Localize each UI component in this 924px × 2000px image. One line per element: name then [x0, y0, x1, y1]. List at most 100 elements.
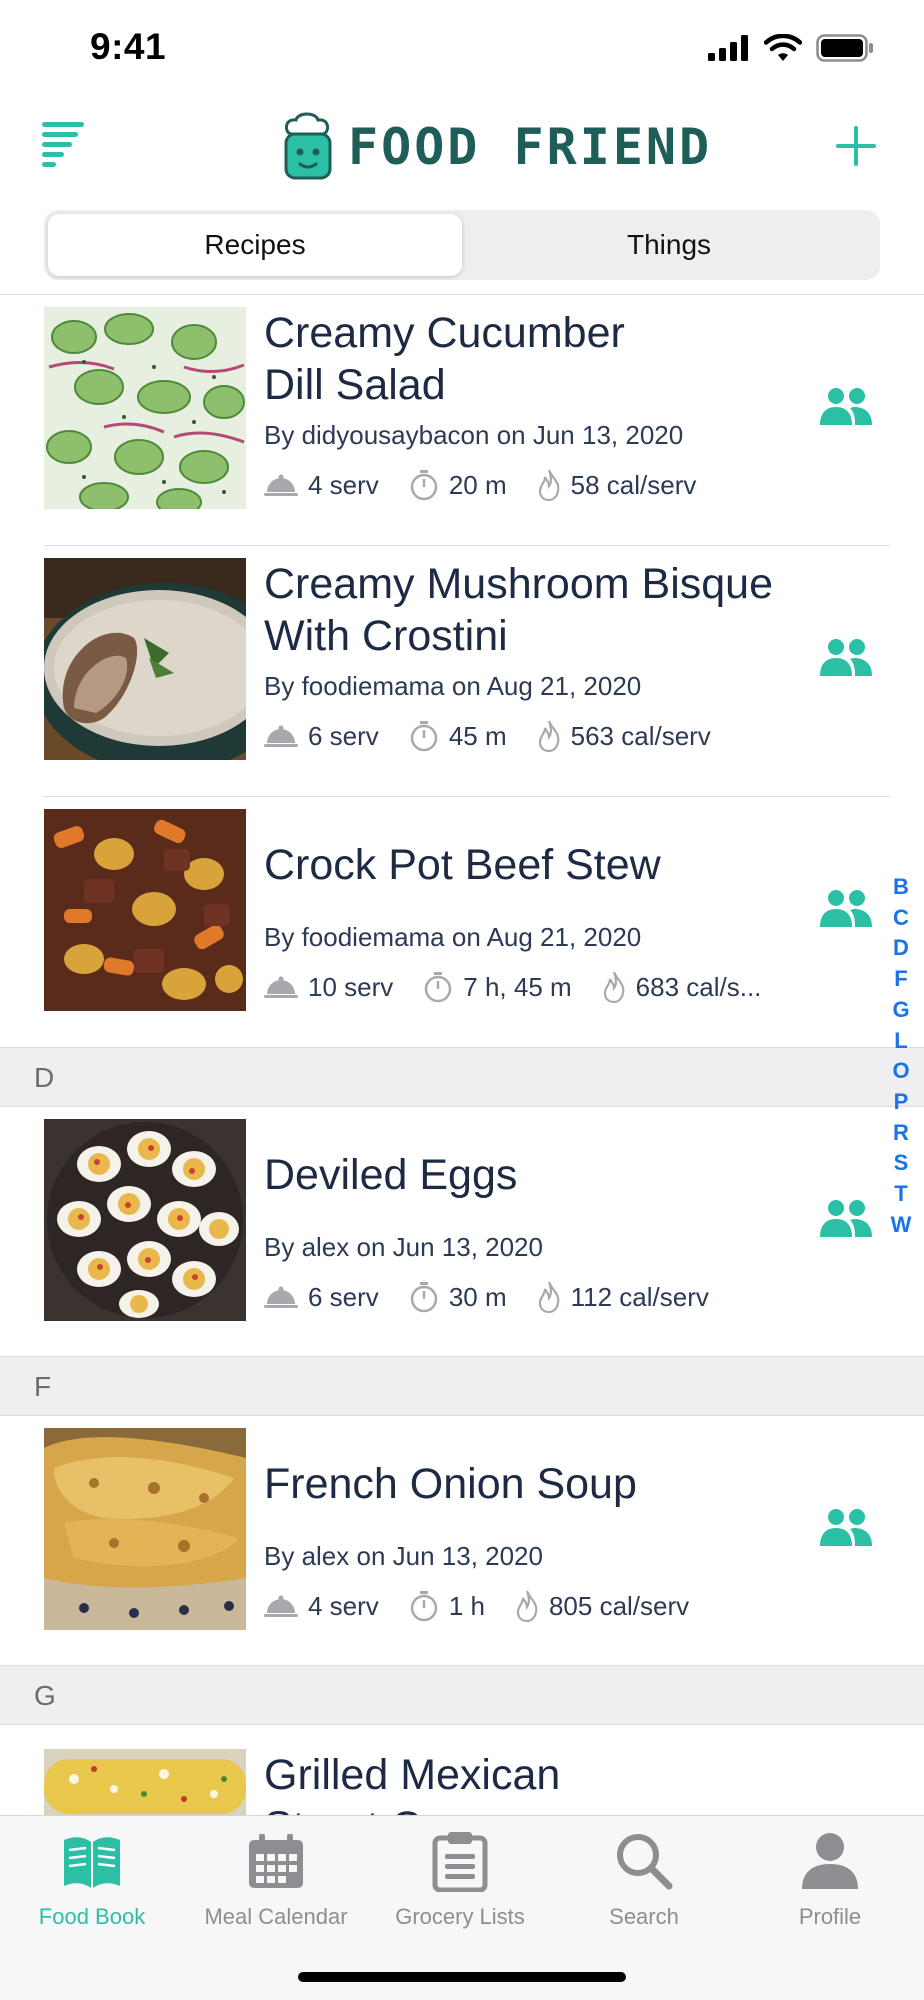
status-time: 9:41 — [90, 26, 167, 67]
recipe-thumbnail — [44, 1428, 246, 1630]
serving-cloche-icon — [264, 725, 298, 747]
index-letter[interactable]: O — [892, 1056, 909, 1087]
search-icon — [617, 1834, 673, 1890]
recipe-meta: 6 serv 30 m 112 cal/serv — [264, 1281, 739, 1313]
clipboard-icon — [432, 1832, 488, 1892]
calendar-icon — [249, 1834, 303, 1888]
recipe-thumbnail — [44, 1749, 246, 1815]
index-letter[interactable]: R — [893, 1118, 909, 1149]
recipe-row[interactable]: Crock Pot Beef Stew By foodiemama on Aug… — [0, 797, 924, 1047]
recipe-title: Grilled Mexican Street Corn — [264, 1751, 561, 1815]
segment-things[interactable]: Things — [462, 214, 876, 276]
index-letter[interactable]: L — [894, 1026, 907, 1057]
person-icon — [802, 1833, 858, 1889]
segmented-control: Recipes Things — [44, 210, 880, 280]
index-letter[interactable]: C — [893, 903, 909, 934]
index-letter[interactable]: F — [894, 964, 907, 995]
servings-text: 6 serv — [308, 720, 379, 751]
wifi-icon — [764, 34, 802, 61]
section-index[interactable]: BCDFGLOPRSTW — [886, 872, 916, 1240]
servings-text: 4 serv — [308, 1590, 379, 1621]
tab-bar: Food Book Meal Calendar Grocery Lists Se… — [0, 1815, 924, 2000]
tab-label: Grocery Lists — [395, 1904, 525, 1929]
recipe-title: Deviled Eggs — [264, 1151, 518, 1199]
recipe-thumbnail — [44, 809, 246, 1011]
serving-cloche-icon — [264, 1286, 298, 1308]
brand-title: FOOD FRIEND — [348, 118, 713, 176]
brand: FOOD FRIEND — [280, 112, 712, 182]
serving-cloche-icon — [264, 474, 298, 496]
tab-label: Profile — [798, 1904, 862, 1929]
recipe-thumbnail — [44, 1119, 246, 1321]
index-letter[interactable]: G — [892, 995, 909, 1026]
recipe-list[interactable]: Creamy Cucumber Dill Salad By didyousayb… — [0, 295, 924, 1815]
recipe-row[interactable]: Deviled Eggs By alex on Jun 13, 2020 6 s… — [0, 1107, 924, 1356]
index-letter[interactable]: B — [893, 872, 909, 903]
shared-users-icon[interactable] — [818, 1508, 874, 1548]
segment-recipes[interactable]: Recipes — [48, 214, 462, 276]
recipe-title: Creamy Mushroom Bisque With Crostini — [264, 560, 774, 660]
recipe-title: Creamy Cucumber Dill Salad — [264, 309, 625, 409]
sort-filter-icon[interactable] — [42, 120, 88, 170]
recipe-meta: 4 serv 1 h 805 cal/serv — [264, 1590, 719, 1622]
recipe-byline: By foodiemama on Aug 21, 2020 — [264, 922, 642, 952]
tab-search[interactable]: Search — [552, 1826, 736, 1930]
flame-icon — [538, 469, 560, 501]
flame-icon — [538, 1281, 560, 1313]
shared-users-icon[interactable] — [818, 1199, 874, 1239]
servings-text: 10 serv — [308, 971, 394, 1002]
recipe-byline: By alex on Jun 13, 2020 — [264, 1232, 543, 1262]
index-letter[interactable]: T — [894, 1179, 907, 1210]
section-letter: F — [34, 1371, 52, 1402]
recipe-meta: 4 serv 20 m 58 cal/serv — [264, 469, 726, 501]
status-bar: 9:41 — [0, 0, 924, 100]
calories-text: 683 cal/s... — [635, 971, 762, 1002]
time-text: 1 h — [448, 1590, 485, 1621]
recipe-byline: By didyousaybacon on Jun 13, 2020 — [264, 420, 684, 450]
tab-label: Food Book — [38, 1904, 146, 1929]
recipe-row[interactable]: Creamy Mushroom Bisque With Crostini By … — [0, 546, 924, 797]
book-icon — [64, 1837, 120, 1888]
section-header: F — [0, 1356, 924, 1416]
tab-food-book[interactable]: Food Book — [0, 1826, 184, 1930]
calories-text: 563 cal/serv — [570, 720, 711, 751]
recipe-thumbnail — [44, 307, 246, 509]
index-letter[interactable]: S — [894, 1148, 909, 1179]
add-icon[interactable] — [834, 124, 878, 168]
index-letter[interactable]: D — [893, 933, 909, 964]
time-text: 45 m — [448, 720, 507, 751]
recipe-meta: 6 serv 45 m 563 cal/serv — [264, 720, 741, 752]
flame-icon — [516, 1590, 538, 1622]
recipe-row[interactable]: Creamy Cucumber Dill Salad By didyousayb… — [0, 295, 924, 546]
serving-cloche-icon — [264, 976, 298, 998]
recipe-byline: By alex on Jun 13, 2020 — [264, 1541, 543, 1571]
shared-users-icon[interactable] — [818, 889, 874, 929]
tab-profile[interactable]: Profile — [738, 1826, 922, 1930]
shared-users-icon[interactable] — [818, 387, 874, 427]
timer-icon — [410, 721, 438, 752]
calories-text: 805 cal/serv — [548, 1590, 690, 1621]
servings-text: 6 serv — [308, 1281, 379, 1312]
recipe-meta: 10 serv 7 h, 45 m 683 cal/s... — [264, 971, 791, 1003]
recipe-row[interactable]: French Onion Soup By alex on Jun 13, 202… — [0, 1416, 924, 1665]
tab-grocery-lists[interactable]: Grocery Lists — [368, 1826, 552, 1930]
time-text: 20 m — [448, 469, 507, 500]
recipe-row[interactable]: Grilled Mexican Street Corn — [0, 1725, 924, 1815]
section-header: D — [0, 1047, 924, 1107]
status-icons — [708, 34, 874, 62]
serving-cloche-icon — [264, 1595, 298, 1617]
timer-icon — [425, 972, 452, 1003]
flame-icon — [538, 720, 560, 752]
section-letter: D — [34, 1062, 55, 1093]
tab-label: Meal Calendar — [204, 1904, 348, 1929]
recipe-title: French Onion Soup — [264, 1460, 637, 1508]
time-text: 7 h, 45 m — [463, 971, 572, 1002]
index-letter[interactable]: W — [891, 1210, 912, 1241]
recipe-thumbnail — [44, 558, 246, 760]
shared-users-icon[interactable] — [818, 638, 874, 678]
section-letter: G — [34, 1680, 56, 1711]
recipe-byline: By foodiemama on Aug 21, 2020 — [264, 671, 642, 701]
tab-meal-calendar[interactable]: Meal Calendar — [184, 1826, 368, 1930]
battery-icon — [816, 34, 873, 62]
index-letter[interactable]: P — [894, 1087, 909, 1118]
